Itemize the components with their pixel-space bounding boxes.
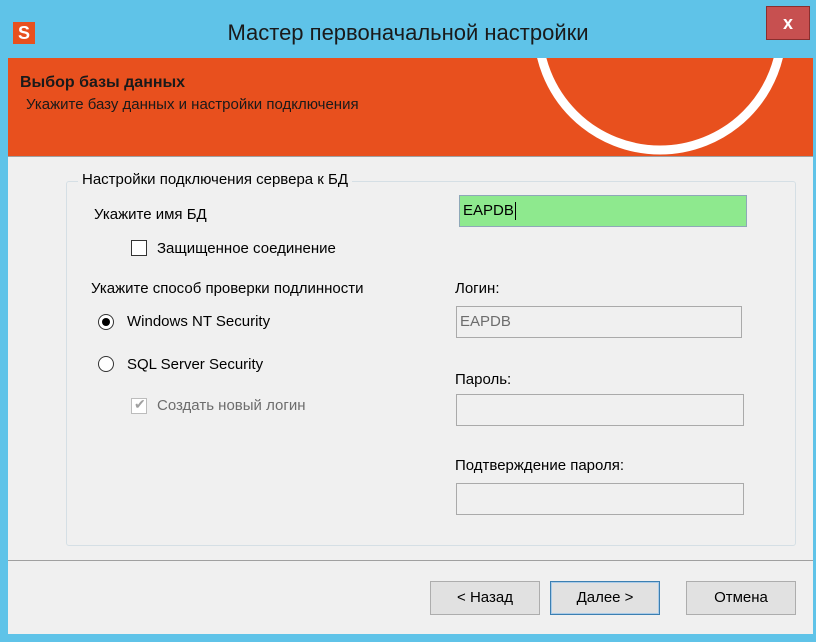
- title-bar[interactable]: S Мастер первоначальной настройки x: [0, 0, 816, 58]
- group-legend: Настройки подключения сервера к БД: [78, 171, 353, 188]
- login-label: Логин:: [455, 280, 500, 297]
- header-divider: [8, 156, 813, 157]
- create-login-checkbox[interactable]: ✔: [131, 396, 147, 414]
- back-button[interactable]: < Назад: [430, 581, 540, 615]
- confirm-password-input[interactable]: [456, 483, 744, 515]
- footer-divider: [8, 560, 813, 561]
- db-name-input[interactable]: EAPDB: [459, 195, 747, 227]
- windows-nt-security-label[interactable]: Windows NT Security: [127, 313, 270, 330]
- windows-nt-security-radio[interactable]: [98, 314, 114, 330]
- login-input[interactable]: EAPDB: [456, 306, 742, 338]
- db-name-label: Укажите имя БД: [94, 206, 207, 223]
- password-label: Пароль:: [455, 371, 512, 388]
- banner-subtitle: Укажите базу данных и настройки подключе…: [26, 96, 359, 113]
- sql-server-security-radio[interactable]: [98, 356, 114, 372]
- wizard-window: S Мастер первоначальной настройки x Выбо…: [0, 0, 816, 642]
- cancel-button[interactable]: Отмена: [686, 581, 796, 615]
- secure-connection-label[interactable]: Защищенное соединение: [157, 240, 336, 257]
- wizard-client-area: Выбор базы данных Укажите базу данных и …: [8, 58, 813, 634]
- header-banner: Выбор базы данных Укажите базу данных и …: [8, 58, 813, 156]
- next-button[interactable]: Далее >: [550, 581, 660, 615]
- auth-method-label: Укажите способ проверки подлинности: [91, 280, 364, 297]
- close-button[interactable]: x: [766, 6, 810, 40]
- secure-connection-checkbox[interactable]: [131, 240, 147, 256]
- password-input[interactable]: [456, 394, 744, 426]
- text-caret: [514, 202, 516, 221]
- db-name-value: EAPDB: [463, 202, 514, 219]
- check-icon: ✔: [134, 396, 146, 412]
- window-title: Мастер первоначальной настройки: [227, 20, 589, 45]
- confirm-password-label: Подтверждение пароля:: [455, 457, 625, 474]
- sql-server-security-label[interactable]: SQL Server Security: [127, 356, 263, 373]
- banner-title: Выбор базы данных: [20, 74, 186, 91]
- radio-selected-dot: [102, 318, 110, 326]
- create-login-label[interactable]: Создать новый логин: [157, 397, 306, 414]
